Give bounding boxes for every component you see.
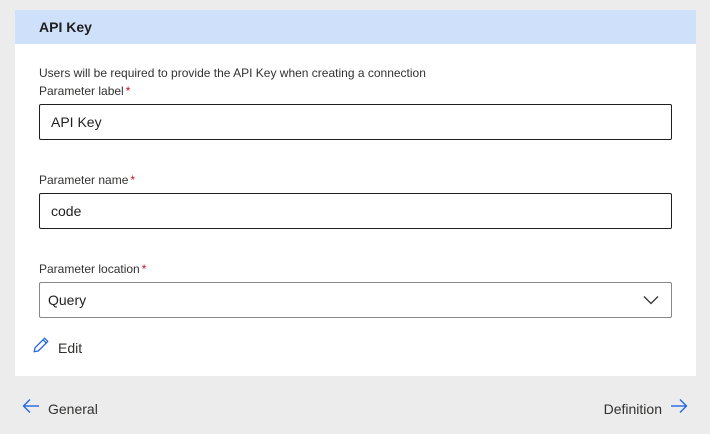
edit-button[interactable]: Edit [32, 336, 82, 359]
back-general-button[interactable]: General [22, 398, 98, 419]
chevron-down-icon [643, 292, 659, 308]
parameter-label-input[interactable] [39, 104, 672, 140]
next-label: Definition [603, 400, 662, 417]
parameter-location-selected: Query [48, 292, 87, 308]
panel-header: API Key [15, 10, 696, 44]
required-mark: * [141, 262, 147, 276]
parameter-name-label: Parameter name * [39, 172, 672, 188]
parameter-label-label: Parameter label * [39, 83, 672, 99]
parameter-label-group: Parameter label * [39, 83, 672, 140]
required-mark: * [125, 84, 131, 98]
panel-body: Users will be required to provide the AP… [15, 44, 696, 318]
next-definition-button[interactable]: Definition [604, 398, 688, 419]
parameter-location-group: Parameter location * Query [39, 261, 672, 318]
required-mark: * [130, 173, 136, 187]
parameter-location-dropdown[interactable]: Query [39, 282, 672, 318]
parameter-name-label-text: Parameter name [39, 173, 129, 187]
back-label: General [48, 400, 98, 417]
parameter-name-group: Parameter name * [39, 172, 672, 229]
arrow-right-icon [670, 398, 688, 419]
pencil-icon [32, 336, 50, 359]
parameter-location-label: Parameter location * [39, 261, 672, 277]
panel-title: API Key [39, 19, 92, 35]
panel-description: Users will be required to provide the AP… [39, 66, 426, 80]
parameter-location-label-text: Parameter location [39, 262, 140, 276]
api-key-panel: API Key Users will be required to provid… [15, 10, 696, 376]
parameter-name-input[interactable] [39, 193, 672, 229]
parameter-label-label-text: Parameter label [39, 84, 124, 98]
edit-label: Edit [58, 339, 83, 356]
arrow-left-icon [22, 398, 40, 419]
